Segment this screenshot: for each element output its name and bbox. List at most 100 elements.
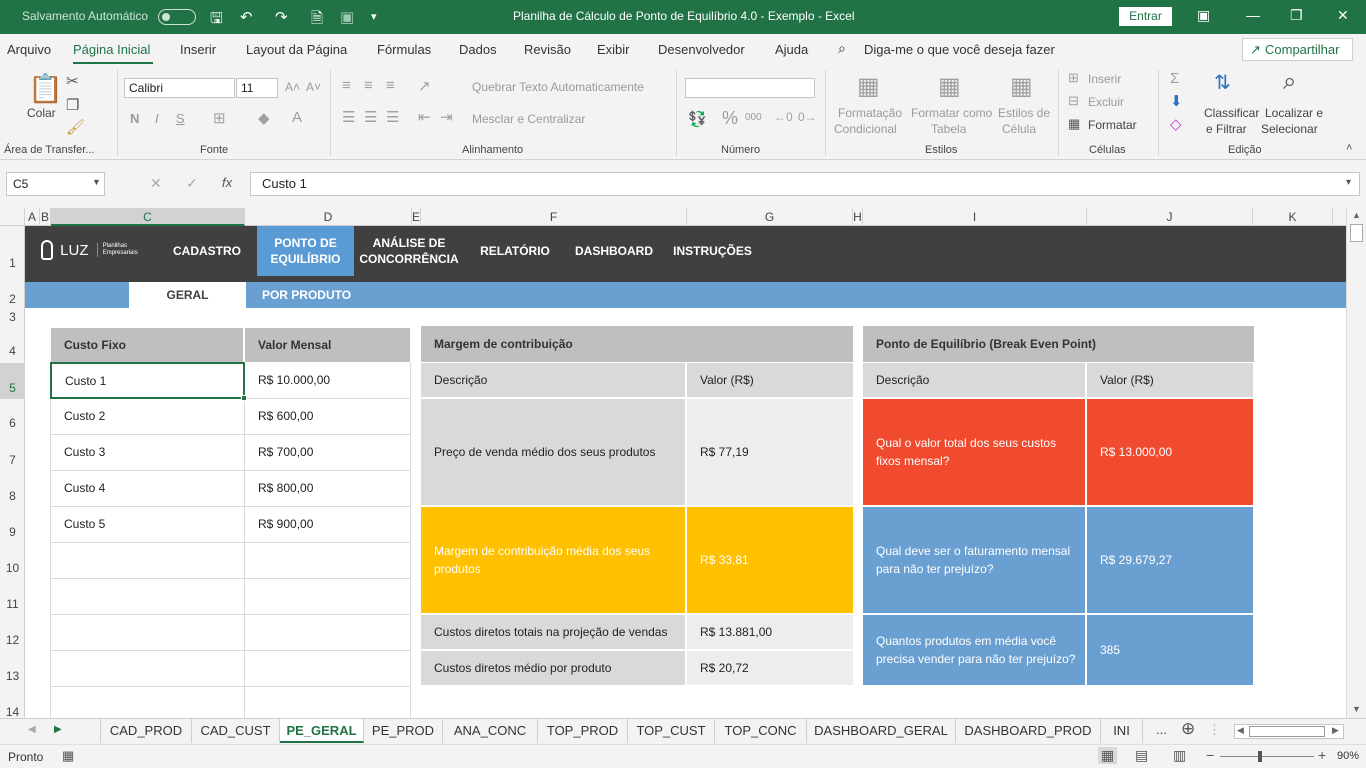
redo-icon[interactable]: ↷: [275, 8, 288, 26]
breakeven-row-value-fixed-costs[interactable]: R$ 13.000,00: [1087, 399, 1253, 505]
select-all[interactable]: [0, 208, 25, 226]
fixed-cost-value[interactable]: R$ 600,00: [245, 398, 410, 434]
decrease-indent-icon[interactable]: ⇤: [418, 108, 431, 126]
new-file-icon[interactable]: 🗎: [311, 8, 323, 33]
margin-row-value-highlight[interactable]: R$ 33,81: [687, 507, 853, 613]
tab-cad-prod[interactable]: CAD_PROD: [100, 719, 192, 743]
normal-view-icon[interactable]: ▦: [1098, 747, 1118, 764]
sort-filter-label-2[interactable]: e Filtrar: [1206, 122, 1247, 136]
camera-icon[interactable]: ▣: [340, 8, 354, 26]
row-header[interactable]: 4: [0, 344, 25, 358]
breakeven-row-value-units[interactable]: 385: [1087, 615, 1253, 685]
tab-pe-prod[interactable]: PE_PROD: [364, 719, 443, 743]
tab-ana-conc[interactable]: ANA_CONC: [443, 719, 538, 743]
zoom-out-icon[interactable]: −: [1206, 747, 1214, 763]
row-header[interactable]: 14: [0, 705, 25, 719]
more-tabs-icon[interactable]: ...: [1156, 722, 1167, 737]
col-header-g[interactable]: G: [687, 208, 853, 226]
sort-filter-label-1[interactable]: Classificar: [1204, 106, 1259, 120]
name-box-dropdown-icon[interactable]: ▼: [92, 177, 101, 187]
new-sheet-icon[interactable]: ⊕: [1181, 719, 1195, 739]
menu-inserir[interactable]: Inserir: [180, 42, 216, 57]
menu-desenvolvedor[interactable]: Desenvolvedor: [658, 42, 745, 57]
row-header[interactable]: 6: [0, 416, 25, 430]
nav-relatorio[interactable]: RELATÓRIO: [475, 226, 555, 276]
paste-icon[interactable]: 📋: [28, 72, 63, 105]
col-header-c[interactable]: C: [51, 208, 245, 226]
subtab-geral[interactable]: GERAL: [129, 282, 246, 308]
row-header[interactable]: 13: [0, 669, 25, 683]
breakeven-row-value-revenue[interactable]: R$ 29.679,27: [1087, 507, 1253, 613]
margin-row-desc[interactable]: Custos diretos médio por produto: [421, 651, 685, 685]
tell-me-input[interactable]: Diga-me o que você deseja fazer: [864, 42, 1055, 57]
menu-revisao[interactable]: Revisão: [524, 42, 571, 57]
merge-center-button[interactable]: Mesclar e Centralizar: [472, 112, 585, 126]
align-bottom-icon[interactable]: ≡: [386, 77, 395, 94]
col-header-i[interactable]: I: [863, 208, 1087, 226]
menu-layout[interactable]: Layout da Página: [246, 42, 347, 57]
currency-icon[interactable]: 💱: [688, 110, 707, 128]
tab-dashboard-prod[interactable]: DASHBOARD_PROD: [956, 719, 1101, 743]
scroll-right-icon[interactable]: ▶: [1332, 725, 1339, 736]
row-header[interactable]: 1: [0, 256, 25, 270]
bold-button[interactable]: N: [130, 111, 139, 126]
row-header[interactable]: 10: [0, 561, 25, 575]
save-icon[interactable]: 🖫: [210, 8, 223, 33]
thousands-button[interactable]: 000: [745, 112, 762, 123]
subtab-por-produto[interactable]: POR PRODUTO: [249, 282, 364, 308]
name-box[interactable]: C5: [6, 172, 105, 196]
expand-formula-icon[interactable]: ▾: [1346, 177, 1351, 188]
nav-analise-concorrencia[interactable]: ANÁLISE DE CONCORRÊNCIA: [359, 226, 459, 276]
font-size-select[interactable]: 11: [236, 78, 278, 98]
format-table-label-1[interactable]: Formatar como: [911, 106, 992, 120]
format-table-icon[interactable]: ▦: [938, 72, 961, 101]
conditional-format-label-2[interactable]: Condicional: [834, 122, 897, 136]
fixed-cost-value[interactable]: R$ 700,00: [245, 434, 410, 470]
signin-button[interactable]: Entrar: [1119, 7, 1172, 26]
cell-c5-selected[interactable]: Custo 1: [50, 362, 245, 399]
nav-dashboard[interactable]: DASHBOARD: [570, 226, 658, 276]
wrap-text-button[interactable]: Quebrar Texto Automaticamente: [472, 80, 644, 94]
fixed-cost-name[interactable]: Custo 2: [51, 398, 244, 434]
conditional-format-icon[interactable]: ▦: [857, 72, 880, 101]
tab-prev-icon[interactable]: ◀: [28, 724, 36, 735]
undo-icon[interactable]: ↶: [240, 8, 253, 26]
zoom-in-icon[interactable]: +: [1318, 747, 1326, 763]
font-color-icon[interactable]: A: [292, 109, 302, 126]
increase-decimal-icon[interactable]: ←0: [774, 110, 793, 124]
vertical-scrollbar[interactable]: ▲ ▼: [1346, 208, 1366, 718]
italic-button[interactable]: I: [155, 111, 159, 126]
underline-button[interactable]: S: [176, 111, 185, 126]
fixed-cost-name[interactable]: Custo 4: [51, 470, 244, 506]
fixed-cost-name[interactable]: Custo 5: [51, 506, 244, 542]
grow-font-icon[interactable]: A˄: [285, 80, 300, 94]
orientation-icon[interactable]: ↗: [418, 77, 431, 95]
autosave-toggle[interactable]: [158, 9, 196, 25]
paste-label[interactable]: Colar: [27, 106, 56, 120]
page-layout-view-icon[interactable]: ▤: [1135, 747, 1148, 764]
scroll-down-icon[interactable]: ▼: [1352, 704, 1361, 714]
align-middle-icon[interactable]: ≡: [364, 77, 373, 94]
scroll-thumb[interactable]: [1350, 224, 1363, 242]
col-header-j[interactable]: J: [1087, 208, 1253, 226]
row-header[interactable]: 7: [0, 453, 25, 467]
cut-icon[interactable]: ✂: [66, 72, 79, 90]
nav-cadastro[interactable]: CADASTRO: [165, 226, 249, 276]
format-painter-icon[interactable]: 🖌: [66, 118, 85, 136]
breakeven-row-desc-revenue[interactable]: Qual deve ser o faturamento mensal para …: [863, 507, 1085, 613]
margin-row-desc[interactable]: Custos diretos totais na projeção de ven…: [421, 615, 685, 649]
ribbon-display-icon[interactable]: ▣: [1197, 7, 1210, 24]
cell-styles-icon[interactable]: ▦: [1010, 72, 1033, 101]
cell-styles-label-2[interactable]: Célula: [1002, 122, 1036, 136]
share-button[interactable]: ↗ Compartilhar: [1242, 38, 1353, 61]
increase-indent-icon[interactable]: ⇥: [440, 108, 453, 126]
fixed-cost-value[interactable]: R$ 900,00: [245, 506, 410, 542]
customize-qat-icon[interactable]: ▾: [371, 10, 377, 23]
page-break-view-icon[interactable]: ▥: [1173, 747, 1186, 764]
enter-icon[interactable]: ✓: [186, 175, 198, 192]
find-select-icon[interactable]: ⌕: [1283, 68, 1296, 96]
row-header[interactable]: 9: [0, 525, 25, 539]
scroll-left-icon[interactable]: ◀: [1237, 725, 1244, 736]
copy-icon[interactable]: ❐: [66, 96, 79, 114]
sort-filter-icon[interactable]: ⇅: [1214, 70, 1231, 95]
